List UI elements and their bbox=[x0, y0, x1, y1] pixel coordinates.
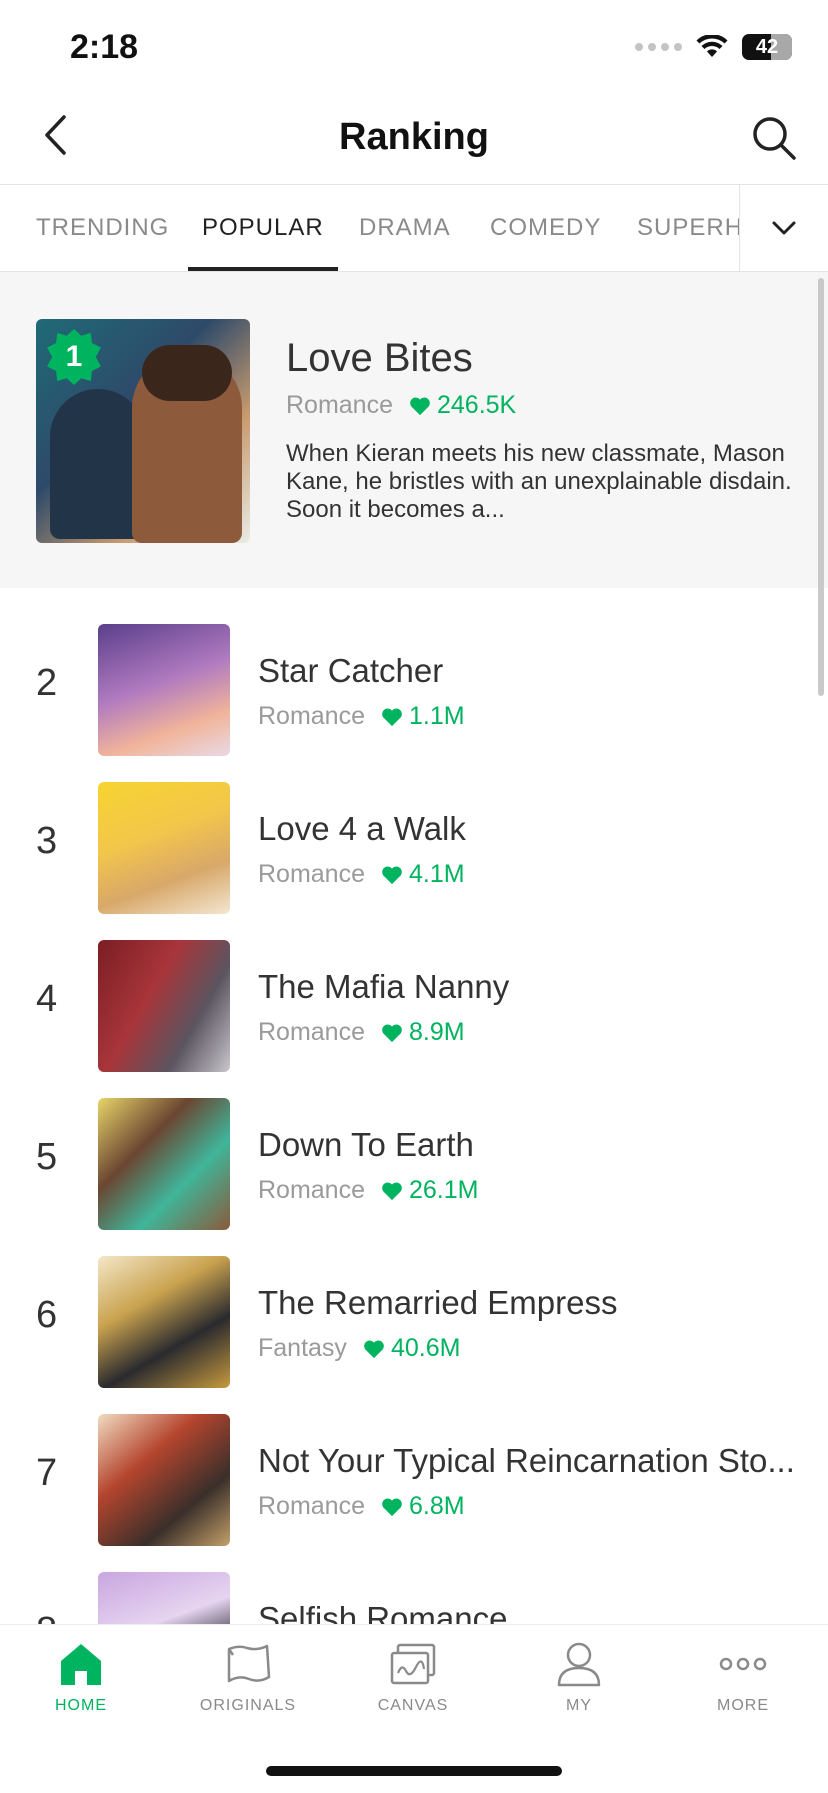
canvas-icon bbox=[390, 1643, 436, 1685]
nav-label: HOME bbox=[55, 1697, 107, 1714]
search-button[interactable] bbox=[746, 110, 802, 166]
series-thumbnail bbox=[98, 940, 230, 1072]
featured-description: When Kieran meets his new classmate, Mas… bbox=[286, 440, 792, 523]
list-item[interactable]: 3 Love 4 a Walk Romance 4.1M bbox=[0, 782, 828, 918]
page-title: Ranking bbox=[339, 116, 489, 158]
rank-number: 6 bbox=[36, 1294, 58, 1336]
battery-icon: 42 bbox=[742, 34, 792, 60]
person-icon bbox=[557, 1642, 601, 1687]
series-title: Not Your Typical Reincarnation Sto... bbox=[258, 1442, 795, 1479]
nav-label: MORE bbox=[717, 1697, 769, 1714]
rank-badge: 1 bbox=[47, 329, 101, 385]
series-title: Love 4 a Walk bbox=[258, 810, 466, 847]
heart-icon bbox=[382, 1182, 402, 1200]
battery-level: 42 bbox=[755, 35, 779, 58]
heart-icon bbox=[410, 397, 430, 415]
originals-icon bbox=[227, 1644, 271, 1683]
heart-icon bbox=[382, 1024, 402, 1042]
list-item[interactable]: 7 Not Your Typical Reincarnation Sto... … bbox=[0, 1414, 828, 1550]
nav-label: CANVAS bbox=[377, 1697, 449, 1714]
featured-rank-item[interactable]: 1 Love Bites Romance 246.5K When Kieran … bbox=[0, 272, 828, 588]
rank-number: 5 bbox=[36, 1136, 58, 1178]
series-thumbnail bbox=[98, 1256, 230, 1388]
series-title: The Mafia Nanny bbox=[258, 968, 510, 1005]
nav-originals[interactable]: ORIGINALS bbox=[173, 1641, 323, 1731]
tab-trending[interactable]: TRENDING bbox=[36, 185, 169, 271]
series-likes: 4.1M bbox=[409, 860, 465, 888]
nav-more[interactable]: MORE bbox=[668, 1641, 818, 1731]
featured-title: Love Bites bbox=[286, 336, 473, 380]
series-title: The Remarried Empress bbox=[258, 1284, 618, 1321]
status-bar: 2:18 42 bbox=[0, 0, 828, 96]
series-title: Down To Earth bbox=[258, 1126, 474, 1163]
series-genre: Romance bbox=[258, 1176, 365, 1204]
series-thumbnail bbox=[98, 782, 230, 914]
heart-icon bbox=[382, 1498, 402, 1516]
tab-comedy[interactable]: COMEDY bbox=[490, 185, 601, 271]
list-item[interactable]: 5 Down To Earth Romance 26.1M bbox=[0, 1098, 828, 1234]
search-icon bbox=[753, 117, 796, 160]
series-thumbnail bbox=[98, 1098, 230, 1230]
list-item[interactable]: 2 Star Catcher Romance 1.1M bbox=[0, 624, 828, 760]
series-thumbnail bbox=[98, 1414, 230, 1546]
nav-home[interactable]: HOME bbox=[6, 1641, 156, 1731]
series-genre: Romance bbox=[258, 1492, 365, 1520]
series-genre: Romance bbox=[258, 860, 365, 888]
tab-popular[interactable]: POPULAR bbox=[188, 185, 338, 271]
series-title: Selfish Romance bbox=[258, 1600, 508, 1624]
series-likes: 1.1M bbox=[409, 702, 465, 730]
heart-icon bbox=[364, 1340, 384, 1358]
rank-number: 2 bbox=[36, 662, 58, 704]
rank-number: 7 bbox=[36, 1452, 58, 1494]
chevron-down-icon bbox=[772, 221, 796, 235]
rank-badge-number: 1 bbox=[65, 340, 83, 373]
series-likes: 40.6M bbox=[390, 1334, 461, 1362]
series-title: Star Catcher bbox=[258, 652, 444, 689]
featured-genre: Romance bbox=[286, 391, 393, 419]
series-genre: Romance bbox=[258, 702, 365, 730]
series-genre: Romance bbox=[258, 1018, 365, 1046]
more-icon bbox=[719, 1657, 767, 1671]
tab-superhero[interactable]: SUPERHI bbox=[637, 185, 740, 271]
series-thumbnail bbox=[98, 624, 230, 756]
heart-icon bbox=[382, 708, 402, 726]
series-likes: 8.9M bbox=[409, 1018, 465, 1046]
list-item[interactable]: 8 Selfish Romance bbox=[0, 1572, 828, 1624]
featured-likes: 246.5K bbox=[437, 391, 517, 419]
home-icon bbox=[61, 1644, 101, 1685]
wifi-icon bbox=[696, 35, 728, 57]
featured-thumbnail: 1 bbox=[36, 319, 250, 543]
rank-number: 4 bbox=[36, 978, 58, 1020]
nav-my[interactable]: MY bbox=[504, 1641, 654, 1731]
rank-number: 8 bbox=[36, 1610, 66, 1624]
series-thumbnail bbox=[98, 1572, 230, 1624]
expand-tabs-button[interactable] bbox=[739, 185, 828, 271]
rank-number: 3 bbox=[36, 820, 58, 862]
nav-label: MY bbox=[566, 1697, 592, 1714]
series-genre: Fantasy bbox=[258, 1334, 347, 1362]
category-tabs: TRENDING POPULAR DRAMA COMEDY SUPERHI bbox=[0, 184, 828, 272]
status-time: 2:18 bbox=[70, 28, 139, 66]
scrollbar[interactable] bbox=[818, 278, 824, 696]
series-likes: 26.1M bbox=[409, 1176, 479, 1204]
tab-drama[interactable]: DRAMA bbox=[359, 185, 451, 271]
ranking-list: 2 Star Catcher Romance 1.1M 3 Love 4 a W… bbox=[0, 622, 828, 1624]
series-likes: 6.8M bbox=[409, 1492, 465, 1520]
cellular-signal-icon bbox=[635, 43, 682, 51]
heart-icon bbox=[382, 866, 402, 884]
nav-label: ORIGINALS bbox=[199, 1697, 297, 1714]
list-item[interactable]: 4 The Mafia Nanny Romance 8.9M bbox=[0, 940, 828, 1076]
nav-canvas[interactable]: CANVAS bbox=[338, 1641, 488, 1731]
list-item[interactable]: 6 The Remarried Empress Fantasy 40.6M bbox=[0, 1256, 828, 1392]
header: Ranking bbox=[0, 96, 828, 184]
home-indicator[interactable] bbox=[266, 1766, 562, 1776]
